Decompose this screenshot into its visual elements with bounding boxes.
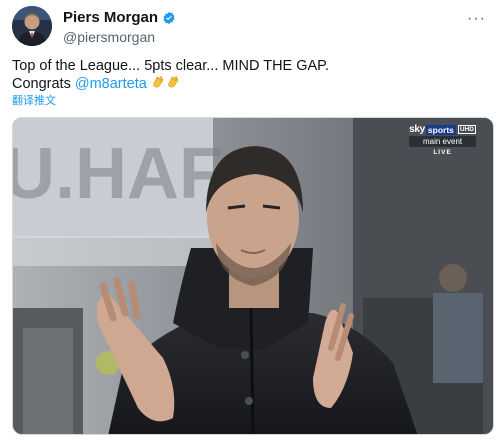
tweet-text: Top of the League... 5pts clear... MIND … (12, 58, 482, 93)
author-handle[interactable]: @piersmorgan (63, 29, 155, 45)
clapping-hands-icon (153, 76, 164, 88)
broadcast-brand-row: sky sports UHD (409, 124, 476, 135)
clapping-hands-icon (168, 76, 179, 88)
broadcast-logo: sky sports UHD main event LIVE (409, 124, 476, 156)
person-avatar-icon (12, 6, 52, 46)
author-name-row[interactable]: Piers Morgan (63, 9, 176, 26)
author-avatar[interactable] (12, 6, 52, 46)
broadcast-live-badge: LIVE (433, 149, 452, 156)
author-name[interactable]: Piers Morgan (63, 9, 158, 26)
tweet-line-1: Top of the League... 5pts clear... MIND … (12, 58, 330, 74)
tweet-media-image[interactable]: U.HAFC (12, 117, 494, 435)
broadcast-event: main event (409, 136, 476, 147)
broadcast-channel: sports (425, 124, 456, 135)
broadcast-quality-badge: UHD (457, 125, 476, 134)
mention-link[interactable]: @m8arteta (75, 76, 147, 92)
tweet-line-2: Congrats @m8arteta (12, 75, 482, 93)
more-options-icon[interactable]: ··· (467, 10, 486, 28)
broadcast-brand: sky (409, 124, 425, 135)
tweet-card: Piers Morgan @piersmorgan ··· Top of the… (0, 0, 500, 440)
tweet-congrats-text: Congrats (12, 76, 75, 92)
verified-badge-icon (163, 11, 175, 24)
photo-man-clapping: U.HAFC (13, 118, 493, 434)
translate-tweet-link[interactable]: 翻译推文 (12, 92, 56, 108)
